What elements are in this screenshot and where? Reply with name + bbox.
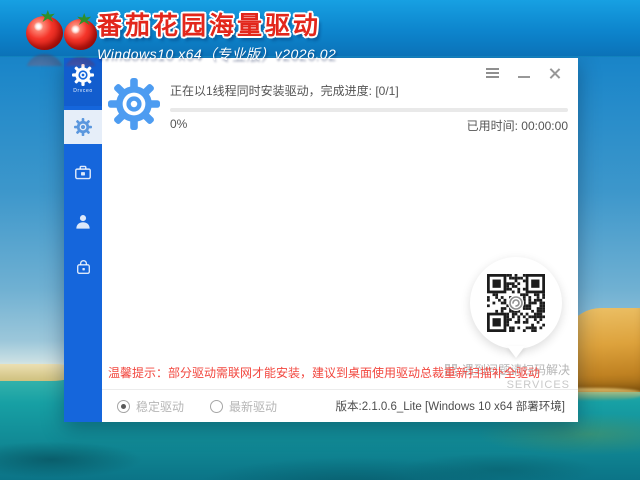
sidebar-item-store[interactable] (64, 250, 102, 284)
screen: 番茄花园海量驱动 Windows10 x64（专业版）v2026.02 (0, 0, 640, 480)
qr-code (487, 274, 545, 332)
tomato-icon (26, 16, 63, 50)
sparkle-icon (34, 22, 43, 31)
install-progress-block: 正在以1线程同时安装驱动，完成进度: [0/1] 0% 已用时间: 00:00:… (108, 78, 570, 134)
radio-selected-icon (117, 400, 130, 413)
notice-text: 温馨提示：部分驱动需联网才能安装，建议到桌面使用驱动总裁重新扫描补全驱动 (108, 364, 540, 381)
sidebar: Drvceo (64, 58, 102, 422)
radio-stable-driver[interactable]: 稳定驱动 (117, 398, 184, 415)
main-content: 正在以1线程同时安装驱动，完成进度: [0/1] 0% 已用时间: 00:00:… (102, 58, 578, 422)
sidebar-item-user[interactable] (64, 205, 102, 239)
sidebar-item-install[interactable] (64, 110, 102, 144)
logo-text: Drvceo (73, 88, 92, 94)
elapsed-time: 已用时间: 00:00:00 (467, 117, 568, 134)
radio-stable-label: 稳定驱动 (136, 398, 184, 415)
user-icon (73, 212, 93, 232)
bag-icon (74, 258, 93, 277)
install-status-text: 正在以1线程同时安装驱动，完成进度: [0/1] (170, 78, 570, 99)
install-gear-icon (108, 78, 160, 130)
brand-subtitle: Windows10 x64（专业版）v2026.02 (97, 44, 336, 64)
footer-bar: 稳定驱动 最新驱动 版本:2.1.0.6_Lite [Windows 10 x6… (102, 389, 578, 422)
tomato-leaf-icon (41, 10, 55, 22)
radio-latest-driver[interactable]: 最新驱动 (210, 398, 277, 415)
radio-latest-label: 最新驱动 (229, 398, 277, 415)
radio-unselected-icon (210, 400, 223, 413)
app-window: Drvceo (64, 58, 578, 422)
brand-banner: 番茄花园海量驱动 Windows10 x64（专业版）v2026.02 (0, 0, 640, 57)
qr-bubble (470, 257, 562, 349)
brand-title: 番茄花园海量驱动 (97, 6, 336, 42)
toolbox-icon (73, 163, 93, 183)
progress-bar (170, 108, 568, 112)
tomato-leaf-icon (77, 13, 91, 25)
qr-bubble-tail (507, 346, 525, 358)
tomato-icon (64, 19, 97, 50)
version-text: 版本:2.1.0.6_Lite [Windows 10 x64 部署环境] (336, 398, 565, 414)
gear-icon (74, 118, 92, 136)
sparkle-icon (71, 25, 80, 34)
progress-percent: 0% (170, 117, 187, 134)
menu-icon (486, 72, 499, 74)
sidebar-item-toolbox[interactable] (64, 156, 102, 190)
logo-gear-icon (72, 64, 94, 86)
